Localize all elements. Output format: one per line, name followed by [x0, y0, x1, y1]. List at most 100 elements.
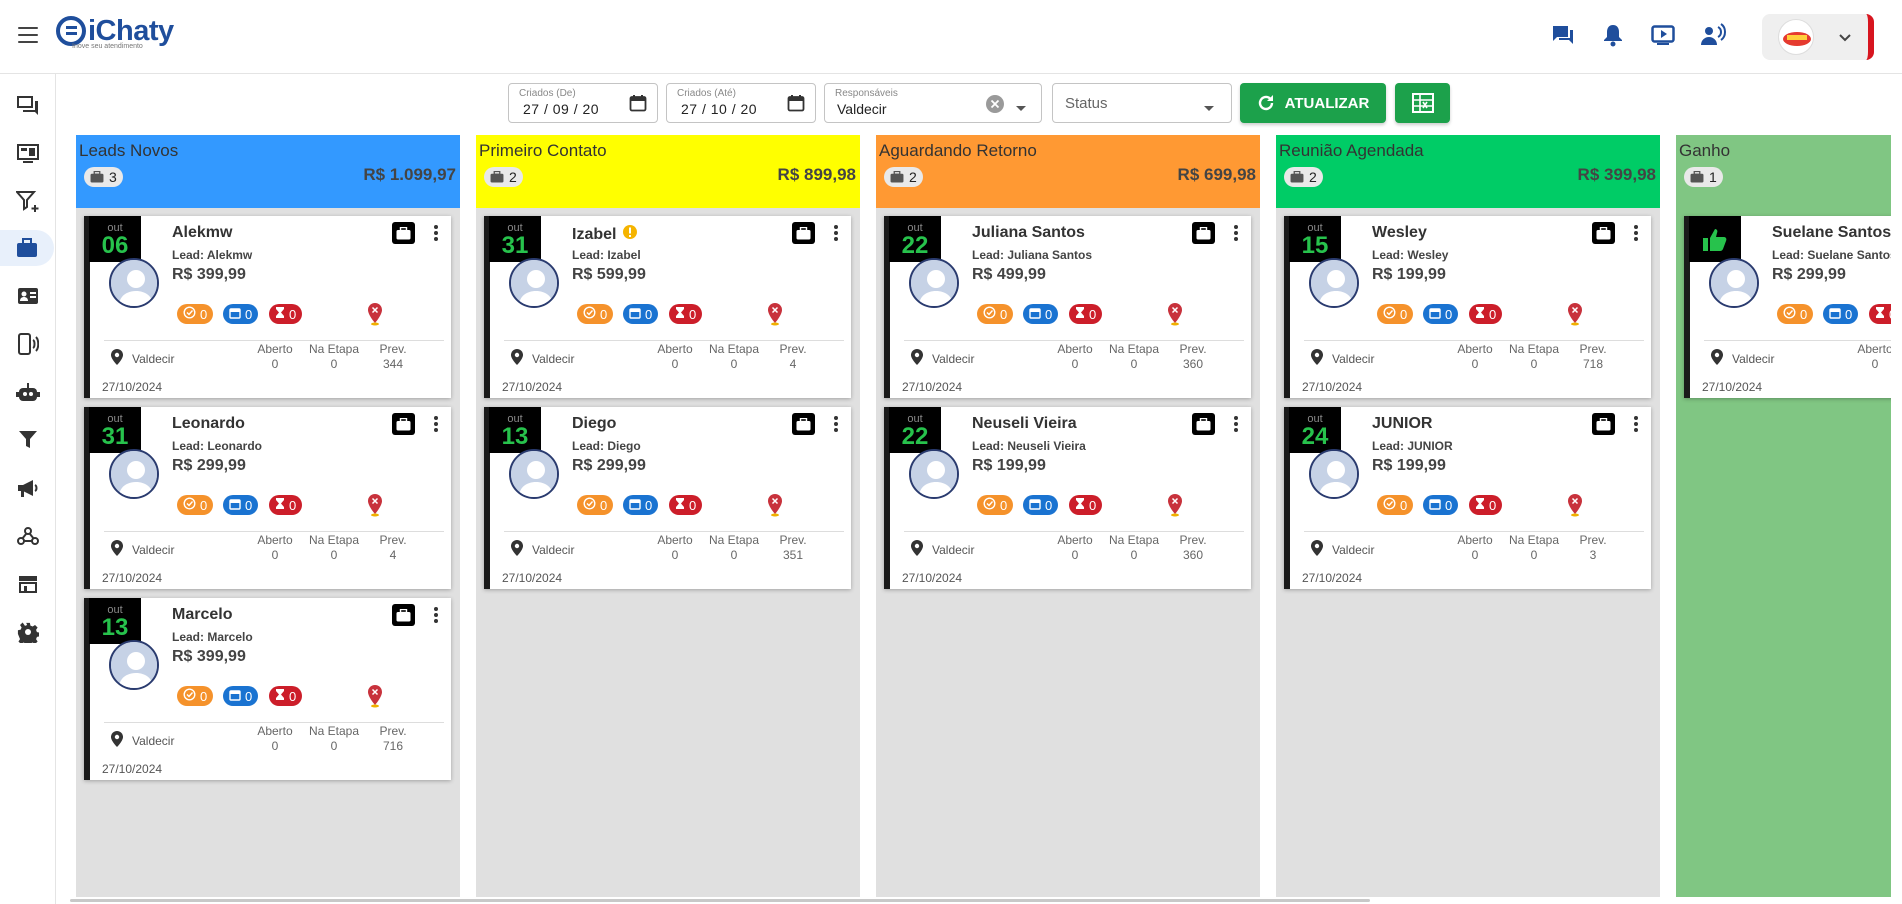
events-badge[interactable]: 0: [623, 304, 659, 324]
video-icon[interactable]: [1650, 20, 1676, 50]
remove-location-icon[interactable]: [1566, 493, 1584, 522]
remove-location-icon[interactable]: [366, 302, 384, 331]
briefcase-icon[interactable]: [1592, 222, 1615, 244]
more-options-icon[interactable]: [830, 222, 842, 244]
tasks-badge[interactable]: 0: [177, 686, 214, 706]
created-to-field[interactable]: Criados (Até) 27 / 10 / 20: [666, 83, 816, 123]
remove-location-icon[interactable]: [1166, 493, 1184, 522]
update-button[interactable]: ATUALIZAR: [1240, 83, 1386, 123]
created-from-field[interactable]: Criados (De) 27 / 09 / 20: [508, 83, 658, 123]
late-badge[interactable]: 0: [1469, 304, 1503, 324]
warning-icon[interactable]: [622, 224, 638, 245]
lead-card[interactable]: out 24 JUNIOR Lead: JUNIOR R$ 199,99 0 0…: [1284, 407, 1651, 589]
card-name[interactable]: Wesley: [1372, 224, 1427, 242]
remove-location-icon[interactable]: [366, 493, 384, 522]
menu-icon[interactable]: [18, 27, 38, 43]
chevron-down-icon[interactable]: [1203, 100, 1215, 118]
bell-icon[interactable]: [1600, 20, 1626, 50]
briefcase-icon[interactable]: [392, 413, 415, 435]
briefcase-icon[interactable]: [1192, 413, 1215, 435]
card-name[interactable]: Juliana Santos: [972, 224, 1085, 242]
briefcase-icon[interactable]: [1592, 413, 1615, 435]
sidebar-item-dashboard[interactable]: [10, 136, 46, 172]
briefcase-icon[interactable]: [1192, 222, 1215, 244]
tasks-badge[interactable]: 0: [577, 304, 614, 324]
tasks-badge[interactable]: 0: [1377, 495, 1414, 515]
briefcase-icon[interactable]: [392, 604, 415, 626]
calendar-icon[interactable]: [629, 94, 647, 117]
horizontal-scrollbar[interactable]: [70, 899, 1370, 902]
sidebar-item-add-filter[interactable]: [10, 184, 46, 220]
status-select[interactable]: Status: [1052, 83, 1232, 123]
calendar-icon[interactable]: [787, 94, 805, 117]
tasks-badge[interactable]: 0: [177, 304, 214, 324]
profile-menu[interactable]: [1762, 14, 1874, 60]
created-from-value[interactable]: 27 / 09 / 20: [523, 101, 599, 117]
events-badge[interactable]: 0: [1823, 304, 1859, 324]
support-icon[interactable]: [1700, 20, 1726, 50]
more-options-icon[interactable]: [830, 413, 842, 435]
lead-card[interactable]: out 15 Wesley Lead: Wesley R$ 199,99 0 0…: [1284, 216, 1651, 398]
more-options-icon[interactable]: [1630, 413, 1642, 435]
sidebar-item-filter[interactable]: [10, 422, 46, 458]
events-badge[interactable]: 0: [223, 686, 259, 706]
sidebar-item-contacts[interactable]: [10, 278, 46, 314]
events-badge[interactable]: 0: [1023, 304, 1059, 324]
sidebar-item-store[interactable]: [10, 566, 46, 602]
card-name[interactable]: Neuseli Vieira: [972, 415, 1077, 433]
card-name[interactable]: Alekmw: [172, 224, 232, 242]
remove-location-icon[interactable]: [766, 302, 784, 331]
card-name[interactable]: Leonardo: [172, 415, 245, 433]
late-badge[interactable]: 0: [669, 304, 703, 324]
lead-card[interactable]: out 22 Neuseli Vieira Lead: Neuseli Viei…: [884, 407, 1251, 589]
late-badge[interactable]: 0: [269, 686, 303, 706]
tasks-badge[interactable]: 0: [977, 304, 1014, 324]
remove-location-icon[interactable]: [1166, 302, 1184, 331]
late-badge[interactable]: 0: [1069, 495, 1103, 515]
sidebar-item-campaigns[interactable]: [10, 470, 46, 506]
card-name[interactable]: Diego: [572, 415, 616, 433]
card-name[interactable]: Izabel: [572, 224, 638, 245]
sidebar-item-connections[interactable]: [10, 326, 46, 362]
late-badge[interactable]: 0: [669, 495, 703, 515]
created-to-value[interactable]: 27 / 10 / 20: [681, 101, 757, 117]
more-options-icon[interactable]: [1630, 222, 1642, 244]
tasks-badge[interactable]: 0: [977, 495, 1014, 515]
lead-card[interactable]: Suelane Santos Lead: Suelane Santos R$ 2…: [1684, 216, 1891, 398]
more-options-icon[interactable]: [430, 604, 442, 626]
lead-card[interactable]: out 31 Izabel Lead: Izabel R$ 599,99 0 0…: [484, 216, 851, 398]
sidebar-item-crm[interactable]: [0, 230, 54, 266]
tasks-badge[interactable]: 0: [1777, 304, 1814, 324]
app-logo[interactable]: iChaty Inove seu atendimento: [56, 16, 174, 56]
tasks-badge[interactable]: 0: [177, 495, 214, 515]
card-name[interactable]: Suelane Santos: [1772, 224, 1891, 242]
lead-card[interactable]: out 22 Juliana Santos Lead: Juliana Sant…: [884, 216, 1251, 398]
briefcase-icon[interactable]: [792, 413, 815, 435]
more-options-icon[interactable]: [430, 413, 442, 435]
tasks-badge[interactable]: 0: [577, 495, 614, 515]
export-excel-button[interactable]: [1395, 83, 1450, 123]
late-badge[interactable]: 0: [269, 495, 303, 515]
briefcase-icon[interactable]: [792, 222, 815, 244]
remove-location-icon[interactable]: [366, 684, 384, 713]
lead-card[interactable]: out 31 Leonardo Lead: Leonardo R$ 299,99…: [84, 407, 451, 589]
more-options-icon[interactable]: [1230, 413, 1242, 435]
card-name[interactable]: Marcelo: [172, 606, 232, 624]
remove-location-icon[interactable]: [766, 493, 784, 522]
events-badge[interactable]: 0: [1423, 304, 1459, 324]
events-badge[interactable]: 0: [223, 304, 259, 324]
remove-location-icon[interactable]: [1566, 302, 1584, 331]
late-badge[interactable]: 0: [1069, 304, 1103, 324]
sidebar-item-bot[interactable]: [10, 374, 46, 410]
clear-icon[interactable]: [985, 94, 1005, 119]
events-badge[interactable]: 0: [623, 495, 659, 515]
more-options-icon[interactable]: [430, 222, 442, 244]
lead-card[interactable]: out 06 Alekmw Lead: Alekmw R$ 399,99 0 0…: [84, 216, 451, 398]
events-badge[interactable]: 0: [1023, 495, 1059, 515]
sidebar-item-settings[interactable]: [10, 614, 46, 650]
tasks-badge[interactable]: 0: [1377, 304, 1414, 324]
sidebar-item-webhooks[interactable]: [10, 518, 46, 554]
more-options-icon[interactable]: [1230, 222, 1242, 244]
responsible-select[interactable]: Responsáveis Valdecir: [824, 83, 1042, 123]
events-badge[interactable]: 0: [1423, 495, 1459, 515]
